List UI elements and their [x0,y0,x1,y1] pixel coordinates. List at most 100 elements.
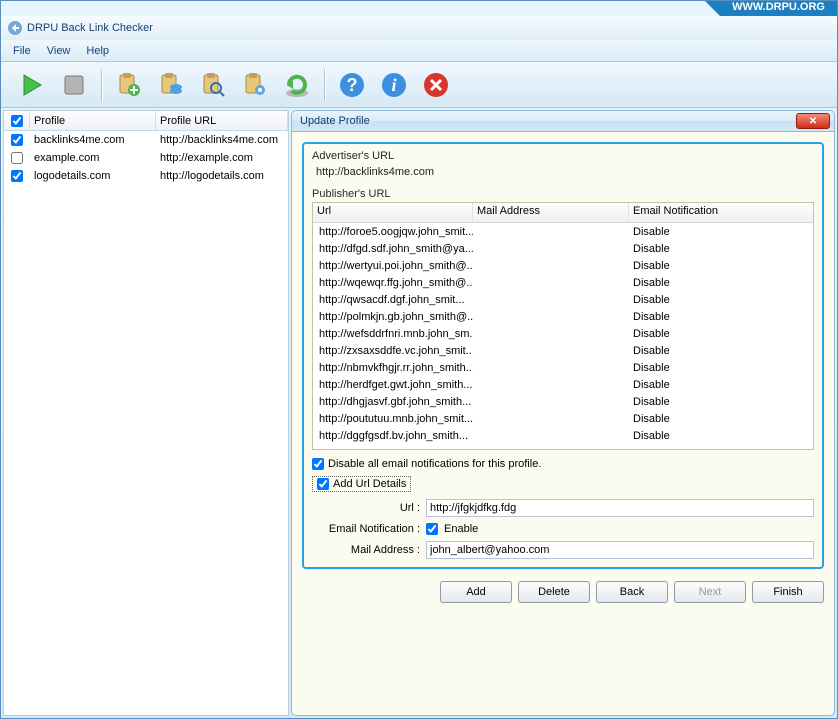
stop-button[interactable] [55,67,93,103]
url-input[interactable] [426,499,814,517]
header-profile[interactable]: Profile [30,111,156,130]
add-url-details-checkbox[interactable] [317,478,329,490]
back-button[interactable]: Back [596,581,668,603]
cell-email-notif: Disable [629,311,813,323]
cell-url: http://wefsddrfnri.mnb.john_sm... [313,328,473,340]
cell-url: http://dggfgsdf.bv.john_smith... [313,430,473,442]
add-url-details-label: Add Url Details [333,478,406,490]
cell-url: http://wqewqr.ffg.john_smith@... [313,277,473,289]
menu-file[interactable]: File [5,43,39,59]
cell-url: http://dfgd.sdf.john_smith@ya... [313,243,473,255]
clipboard-add-button[interactable] [110,67,148,103]
cell-email-notif: Disable [629,328,813,340]
cell-url: http://qwsacdf.dgf.john_smit... [313,294,473,306]
update-profile-dialog: Update Profile ✕ Advertiser's URL http:/… [291,110,835,716]
publisher-row[interactable]: http://poututuu.mnb.john_smit... Disable [313,410,813,427]
add-button[interactable]: Add [440,581,512,603]
next-button[interactable]: Next [674,581,746,603]
col-email-notif[interactable]: Email Notification [629,203,813,222]
cell-email-notif: Disable [629,362,813,374]
close-button[interactable] [417,67,455,103]
cell-url: http://zxsaxsddfe.vc.john_smit... [313,345,473,357]
cell-url: http://herdfget.gwt.john_smith... [313,379,473,391]
play-button[interactable] [13,67,51,103]
publisher-row[interactable]: http://dfgd.sdf.john_smith@ya...Disable [313,240,813,257]
publisher-row[interactable]: http://wertyui.poi.john_smith@... Disable [313,257,813,274]
select-all-checkbox[interactable] [11,115,23,127]
cell-email-notif: Disable [629,294,813,306]
finish-button[interactable]: Finish [752,581,824,603]
dialog-title-text: Update Profile [300,115,370,127]
info-button[interactable]: i [375,67,413,103]
publisher-row[interactable]: http://wefsddrfnri.mnb.john_sm... Disable [313,325,813,342]
help-button[interactable]: ? [333,67,371,103]
cell-email-notif: Disable [629,260,813,272]
col-mail[interactable]: Mail Address [473,203,629,222]
publisher-table-header: Url Mail Address Email Notification [313,203,813,223]
disable-all-checkbox[interactable] [312,458,324,470]
url-field-label: Url : [312,502,420,514]
dialog-body: Advertiser's URL http://backlinks4me.com… [291,132,835,716]
cell-url: http://nbmvkfhgjr.rr.john_smith... [313,362,473,374]
email-notif-field-label: Email Notification : [312,523,420,535]
dialog-close-button[interactable]: ✕ [796,113,830,129]
publisher-row[interactable]: http://zxsaxsddfe.vc.john_smit...Disable [313,342,813,359]
advertiser-url-value: http://backlinks4me.com [312,164,814,188]
content-body: Profile Profile URL backlinks4me.comhttp… [1,108,837,718]
separator-icon [101,69,102,101]
cell-url: http://dhgjasvf.gbf.john_smith... [313,396,473,408]
publisher-row[interactable]: http://nbmvkfhgjr.rr.john_smith... Disabl… [313,359,813,376]
topbar: WWW.DRPU.ORG [1,1,837,16]
publisher-row[interactable]: http://qwsacdf.dgf.john_smit... Disable [313,291,813,308]
profile-row[interactable]: example.comhttp://example.com [4,149,288,167]
col-url[interactable]: Url [313,203,473,222]
profile-panel: Advertiser's URL http://backlinks4me.com… [302,142,824,569]
svg-text:i: i [391,75,396,95]
brand-tab: WWW.DRPU.ORG [720,1,837,16]
add-url-details-group: Add Url Details Url : Email Notification… [312,476,814,559]
profile-name: example.com [30,152,156,164]
titlebar: DRPU Back Link Checker [1,16,837,40]
menu-help[interactable]: Help [78,43,117,59]
refresh-button[interactable] [278,67,316,103]
publisher-row[interactable]: http://polmkjn.gb.john_smith@... Disable [313,308,813,325]
publisher-row[interactable]: http://foroe5.oogjqw.john_smit...Disable [313,223,813,240]
enable-checkbox[interactable] [426,523,438,535]
profile-row[interactable]: backlinks4me.comhttp://backlinks4me.com [4,131,288,149]
publisher-row[interactable]: http://dggfgsdf.bv.john_smith... Disable [313,427,813,444]
cell-email-notif: Disable [629,413,813,425]
disable-all-label: Disable all email notifications for this… [328,458,541,470]
cell-email-notif: Disable [629,396,813,408]
svg-text:?: ? [347,75,358,95]
advertiser-url-label: Advertiser's URL [312,150,814,162]
cell-url: http://polmkjn.gb.john_smith@... [313,311,473,323]
disable-all-row: Disable all email notifications for this… [312,458,814,470]
profile-row-checkbox[interactable] [11,134,23,146]
cell-email-notif: Disable [629,277,813,289]
enable-label: Enable [444,523,478,535]
publisher-row[interactable]: http://herdfget.gwt.john_smith... Disable [313,376,813,393]
publisher-row[interactable]: http://dhgjasvf.gbf.john_smith... Disable [313,393,813,410]
menu-view[interactable]: View [39,43,79,59]
publisher-url-label: Publisher's URL [312,188,814,200]
clipboard-gear-button[interactable] [236,67,274,103]
header-profile-url[interactable]: Profile URL [156,111,288,130]
mail-address-input[interactable] [426,541,814,559]
cell-email-notif: Disable [629,379,813,391]
dialog-buttons: Add Delete Back Next Finish [302,581,824,603]
clipboard-db-button[interactable] [152,67,190,103]
cell-url: http://poututuu.mnb.john_smit... [313,413,473,425]
clipboard-search-button[interactable] [194,67,232,103]
profile-list: Profile Profile URL backlinks4me.comhttp… [3,110,289,716]
header-checkbox-col[interactable] [4,111,30,130]
profile-row-checkbox[interactable] [11,170,23,182]
publisher-row[interactable]: http://wqewqr.ffg.john_smith@... Disable [313,274,813,291]
profile-row[interactable]: logodetails.comhttp://logodetails.com [4,167,288,185]
profile-row-checkbox[interactable] [11,152,23,164]
cell-url: http://wertyui.poi.john_smith@... [313,260,473,272]
publisher-table: Url Mail Address Email Notification http… [312,202,814,450]
toolbar: ? i [1,62,837,108]
window-title: DRPU Back Link Checker [27,22,153,34]
cell-email-notif: Disable [629,430,813,442]
delete-button[interactable]: Delete [518,581,590,603]
